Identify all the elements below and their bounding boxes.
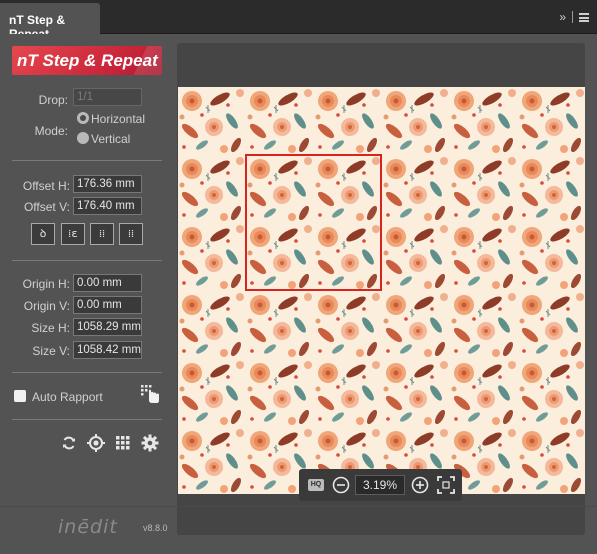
size-v-label: Size V: bbox=[32, 344, 70, 358]
hq-toggle[interactable]: HQ bbox=[308, 479, 324, 491]
brand-logo: inēdit bbox=[58, 516, 118, 538]
radio-horizontal-label: Horizontal bbox=[91, 112, 146, 126]
step-button-3[interactable]: ⁞⁞ bbox=[90, 223, 114, 245]
radio-horizontal[interactable] bbox=[77, 112, 89, 124]
offset-h-label: Offset H: bbox=[22, 179, 70, 193]
origin-v-label: Origin V: bbox=[23, 299, 70, 313]
origin-h-label: Origin H: bbox=[22, 277, 70, 291]
divider bbox=[12, 260, 162, 261]
origin-h-field[interactable]: 0.00 mm bbox=[73, 274, 142, 292]
offset-v-label: Offset V: bbox=[23, 200, 70, 214]
pattern-pick-icon[interactable] bbox=[139, 383, 161, 405]
pattern-canvas[interactable] bbox=[178, 87, 585, 494]
origin-v-field[interactable]: 0.00 mm bbox=[73, 296, 142, 314]
expand-icon[interactable]: » bbox=[559, 10, 566, 24]
zoom-bar: HQ 3.19% bbox=[299, 469, 462, 501]
tab-step-repeat[interactable]: nT Step & Repeat bbox=[0, 3, 100, 41]
auto-rapport-label: Auto Rapport bbox=[32, 390, 103, 404]
fit-to-screen-icon[interactable] bbox=[437, 476, 455, 494]
zoom-level-field[interactable]: 3.19% bbox=[355, 475, 405, 495]
menu-icon[interactable] bbox=[579, 12, 589, 22]
repeat-tile-outline bbox=[245, 154, 382, 291]
size-h-label: Size H: bbox=[31, 321, 70, 335]
panel-controls: » bbox=[559, 10, 589, 24]
refresh-icon[interactable] bbox=[61, 435, 77, 451]
zoom-in-icon[interactable] bbox=[411, 476, 429, 494]
size-h-field[interactable]: 1058.29 mm bbox=[73, 318, 142, 336]
tab-bar: nT Step & Repeat » bbox=[0, 0, 597, 41]
radio-vertical-label: Vertical bbox=[91, 132, 131, 146]
zoom-out-icon[interactable] bbox=[332, 476, 350, 494]
mode-label: Mode: bbox=[34, 124, 68, 138]
step-button-2[interactable]: ⁞ε bbox=[61, 223, 85, 245]
plugin-panel: nT Step & Repeat Drop: 1/1 Mode: Horizon… bbox=[0, 34, 597, 554]
radio-vertical[interactable] bbox=[77, 132, 89, 144]
auto-rapport-checkbox[interactable] bbox=[14, 390, 26, 402]
footer-divider bbox=[0, 506, 597, 507]
version-label: v8.8.0 bbox=[143, 523, 168, 533]
target-icon[interactable] bbox=[87, 434, 105, 452]
divider bbox=[12, 160, 162, 161]
separator bbox=[572, 11, 573, 23]
gear-icon[interactable] bbox=[141, 434, 159, 452]
grid-icon[interactable] bbox=[116, 436, 130, 450]
step-button-1[interactable]: ꝺ bbox=[31, 223, 55, 245]
divider bbox=[12, 419, 162, 420]
pattern-preview: HQ 3.19% bbox=[177, 43, 585, 535]
offset-v-field[interactable]: 176.40 mm bbox=[73, 197, 142, 215]
divider bbox=[12, 372, 162, 373]
step-button-4[interactable]: ⁞⁞ bbox=[119, 223, 143, 245]
size-v-field[interactable]: 1058.42 mm bbox=[73, 341, 142, 359]
drop-field[interactable]: 1/1 bbox=[73, 88, 142, 106]
offset-h-field[interactable]: 176.36 mm bbox=[73, 175, 142, 193]
drop-label: Drop: bbox=[38, 93, 68, 107]
logo: nT Step & Repeat bbox=[12, 46, 162, 75]
